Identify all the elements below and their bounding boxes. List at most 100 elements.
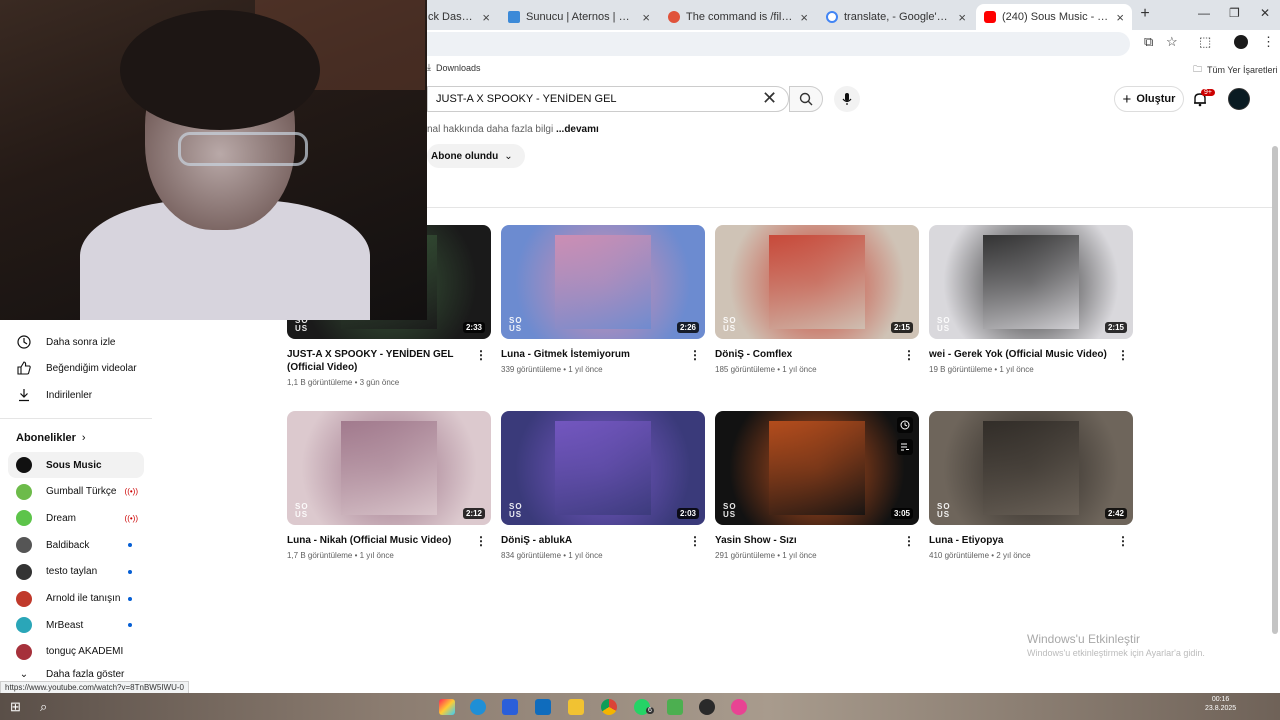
video-menu-icon[interactable]: ⋮: [1117, 534, 1129, 548]
video-duration: 2:15: [1104, 322, 1127, 333]
add-to-queue-icon[interactable]: [897, 439, 913, 455]
create-button[interactable]: + Oluştur: [1114, 86, 1184, 112]
video-duration: 2:12: [462, 508, 485, 519]
video-menu-icon[interactable]: ⋮: [689, 348, 701, 362]
video-menu-icon[interactable]: ⋮: [475, 534, 487, 548]
cast-icon[interactable]: ⧉: [1144, 34, 1153, 50]
minecraft-icon[interactable]: [667, 699, 683, 715]
bookmark-downloads[interactable]: ⤓ Downloads: [427, 62, 481, 73]
channel-avatar: [16, 563, 32, 580]
taskbar-clock[interactable]: 00:16 23.8.2025: [1205, 695, 1236, 713]
video-card[interactable]: SO US 2:42 Luna - Etiyopya 410 görüntüleme •…: [929, 411, 1133, 560]
video-menu-icon[interactable]: ⋮: [689, 534, 701, 548]
video-thumbnail[interactable]: SO US 2:12: [287, 411, 491, 525]
tab-command[interactable]: The command is /fill ~~~30~3 ×: [660, 4, 816, 30]
video-title[interactable]: JUST-A X SPOOKY - YENİDEN GEL (Official …: [287, 348, 491, 374]
activation-watermark-title: Windows'u Etkinleştir: [1027, 632, 1140, 646]
restore-icon[interactable]: ❐: [1229, 6, 1240, 20]
video-views: 1,1 B görüntüleme: [287, 378, 353, 387]
video-thumbnail[interactable]: SO US 2:03: [501, 411, 705, 525]
thumbnail-artwork: [983, 235, 1079, 329]
video-card[interactable]: SO US 2:15 DöniŞ - Comflex 185 görüntüleme •…: [715, 225, 919, 374]
store-icon[interactable]: [502, 699, 518, 715]
tab-aternos[interactable]: Sunucu | Aternos | Ücretsiz Mi ×: [500, 4, 658, 30]
obs-icon[interactable]: [699, 699, 715, 715]
close-window-icon[interactable]: ✕: [1260, 6, 1270, 20]
video-meta: 1,1 B görüntüleme • 3 gün önce: [287, 378, 491, 387]
video-thumbnail[interactable]: SO US 2:15: [929, 225, 1133, 339]
video-card[interactable]: SO US 2:26 Luna - Gitmek İstemiyorum 339 gör…: [501, 225, 705, 374]
close-tab-icon[interactable]: ×: [1116, 10, 1124, 25]
video-card[interactable]: SO US 3:05 Yasin Show - Sızı 291 görüntüleme…: [715, 411, 919, 560]
minimize-icon[interactable]: —: [1198, 6, 1210, 20]
youtube-favicon-icon: [984, 11, 996, 23]
file-explorer-icon[interactable]: [568, 699, 584, 715]
video-title[interactable]: Luna - Gitmek İstemiyorum: [501, 348, 705, 361]
video-menu-icon[interactable]: ⋮: [903, 348, 915, 362]
subscribed-button[interactable]: Abone olundu ⌄: [427, 144, 525, 168]
search-button[interactable]: [789, 86, 823, 112]
sidebar-subscription-item[interactable]: MrBeast: [8, 612, 144, 638]
new-tab-icon[interactable]: +: [1136, 5, 1154, 23]
clear-search-icon[interactable]: ✕: [762, 88, 777, 109]
video-thumbnail[interactable]: SO US 2:42: [929, 411, 1133, 525]
taskbar-app-icon[interactable]: [439, 699, 455, 715]
video-card[interactable]: SO US 2:15 wei - Gerek Yok (Official Music …: [929, 225, 1133, 374]
edge-icon[interactable]: [470, 699, 486, 715]
video-card[interactable]: SO US 2:12 Luna - Nikah (Official Music Vid…: [287, 411, 491, 560]
watch-later-icon[interactable]: [897, 417, 913, 433]
sidebar-show-more[interactable]: ⌄ Daha fazla göster: [8, 667, 144, 681]
thumbnail-artwork: [555, 235, 651, 329]
video-thumbnail[interactable]: SO US 3:05: [715, 411, 919, 525]
video-menu-icon[interactable]: ⋮: [475, 348, 487, 362]
sidebar-item-downloads[interactable]: İndirilenler: [8, 382, 144, 408]
video-title[interactable]: Luna - Nikah (Official Music Video): [287, 534, 491, 547]
extensions-icon[interactable]: ⬚: [1199, 34, 1211, 50]
video-menu-icon[interactable]: ⋮: [1117, 348, 1129, 362]
sidebar-item-watch-later[interactable]: Daha sonra izle: [8, 329, 144, 355]
close-tab-icon[interactable]: ×: [642, 10, 650, 25]
video-title[interactable]: DöniŞ - Comflex: [715, 348, 919, 361]
thumbnail-artwork: [555, 421, 651, 515]
folder-icon: 🗀: [1193, 64, 1203, 74]
tab-youtube[interactable]: (240) Sous Music - YouTube ×: [976, 4, 1132, 30]
sidebar-subscription-item[interactable]: Baldiback: [8, 532, 144, 558]
windows-start-icon[interactable]: ⊞: [10, 699, 26, 715]
page-scrollbar[interactable]: [1272, 146, 1278, 634]
sidebar-subscription-item[interactable]: Dream ((•)): [8, 505, 144, 531]
taskbar-pink-app-icon[interactable]: [731, 699, 747, 715]
outlook-icon[interactable]: [535, 699, 551, 715]
video-title[interactable]: wei - Gerek Yok (Official Music Video): [929, 348, 1133, 361]
new-content-dot-icon: [128, 623, 132, 628]
video-title[interactable]: Luna - Etiyopya: [929, 534, 1133, 547]
tab-google[interactable]: translate, - Google'da Ara ×: [818, 4, 974, 30]
video-title[interactable]: Yasin Show - Sızı: [715, 534, 919, 547]
sidebar-subscription-item[interactable]: testo taylan: [8, 559, 144, 585]
close-tab-icon[interactable]: ×: [958, 10, 966, 25]
tab-dashboard[interactable]: ck Dashboard ×: [420, 4, 498, 30]
close-tab-icon[interactable]: ×: [800, 10, 808, 25]
voice-search-button[interactable]: [834, 86, 860, 112]
chrome-icon[interactable]: [601, 699, 617, 715]
video-thumbnail[interactable]: SO US 2:15: [715, 225, 919, 339]
taskbar-search-icon[interactable]: ⌕: [40, 699, 56, 715]
video-title[interactable]: DöniŞ - ablukA: [501, 534, 705, 547]
video-menu-icon[interactable]: ⋮: [903, 534, 915, 548]
sidebar-item-liked-videos[interactable]: Beğendiğim videolar: [8, 355, 144, 381]
sidebar-subscription-item[interactable]: Gumball Türkçe ((•)): [8, 479, 144, 505]
close-tab-icon[interactable]: ×: [482, 10, 490, 25]
profile-avatar[interactable]: [1234, 35, 1248, 49]
menu-dots-icon[interactable]: ⋮: [1262, 34, 1275, 50]
all-bookmarks[interactable]: 🗀 Tüm Yer İşaretleri: [1193, 62, 1278, 78]
video-card[interactable]: SO US 2:03 DöniŞ - ablukA 834 görüntüleme • …: [501, 411, 705, 560]
sidebar-subscription-item[interactable]: Sous Music: [8, 452, 144, 478]
video-views: 19 B görüntüleme: [929, 365, 993, 374]
search-input[interactable]: [436, 93, 756, 105]
account-avatar[interactable]: [1228, 88, 1250, 110]
channel-description[interactable]: nal hakkında daha fazla bilgi ...devamı: [427, 124, 599, 135]
bookmark-star-icon[interactable]: ☆: [1166, 34, 1178, 50]
sidebar-subscription-item[interactable]: tonguç AKADEMİ: [8, 639, 144, 665]
subscriptions-heading[interactable]: Abonelikler ›: [16, 432, 86, 444]
video-thumbnail[interactable]: SO US 2:26: [501, 225, 705, 339]
sidebar-subscription-item[interactable]: Arnold ile tanışın: [8, 586, 144, 612]
